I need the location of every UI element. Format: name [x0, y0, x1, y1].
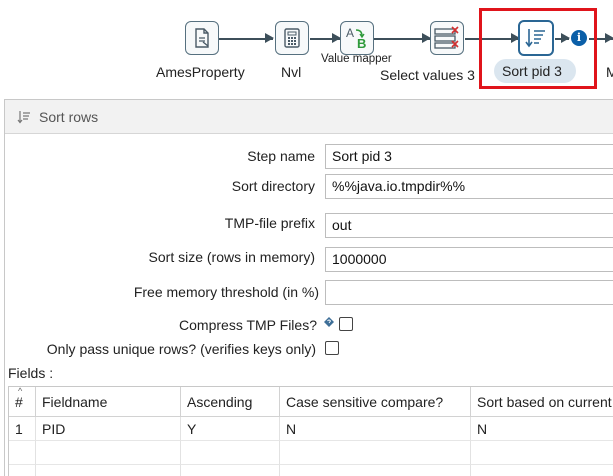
sort-directory-input[interactable]: %%java.io.tmpdir%% — [325, 174, 613, 199]
step-label: M — [606, 64, 613, 80]
column-header-fieldname[interactable]: Fieldname — [36, 387, 181, 417]
sort-directory-label: Sort directory — [231, 178, 315, 194]
table-empty-cell[interactable] — [471, 441, 613, 465]
table-empty-cell — [9, 441, 36, 465]
hop-arrow[interactable] — [374, 34, 431, 42]
step-value-mapper[interactable]: A B — [340, 21, 374, 55]
table-empty-cell[interactable] — [36, 465, 181, 476]
sort-size-input[interactable]: 1000000 — [325, 247, 613, 272]
value-mapper-icon: A B — [346, 26, 366, 51]
table-cell-case-sensitive[interactable]: N — [280, 417, 471, 441]
dialog-title-bar: Sort rows — [5, 100, 613, 134]
table-empty-cell[interactable] — [280, 441, 471, 465]
step-amesproperty[interactable] — [185, 21, 219, 55]
step-select-values[interactable] — [430, 21, 464, 55]
unique-rows-label: Only pass unique rows? (verifies keys on… — [46, 341, 316, 357]
table-cell-sort-current[interactable]: N — [471, 417, 613, 441]
table-empty-cell[interactable] — [181, 441, 280, 465]
tmp-prefix-label: TMP-file prefix — [224, 215, 315, 231]
column-header-ascending[interactable]: Ascending — [181, 387, 280, 417]
step-nvl[interactable] — [275, 21, 309, 55]
highlight-annotation-box — [479, 8, 597, 89]
fields-label: Fields : — [8, 365, 54, 381]
step-name-label: Step name — [247, 148, 315, 164]
table-empty-cell[interactable] — [471, 465, 613, 476]
hop-arrow[interactable] — [310, 34, 341, 42]
free-memory-input[interactable] — [325, 280, 613, 305]
sort-size-label: Sort size (rows in memory) — [148, 249, 315, 265]
select-values-icon — [434, 26, 459, 49]
dialog-title: Sort rows — [39, 108, 99, 125]
step-label: Nvl — [281, 64, 302, 80]
table-empty-cell — [9, 465, 36, 476]
hop-arrow[interactable] — [219, 34, 274, 42]
compress-checkbox[interactable] — [339, 317, 353, 331]
variable-diamond-icon — [324, 317, 334, 327]
table-cell-fieldname[interactable]: PID — [36, 417, 181, 441]
calculator-icon — [284, 28, 300, 48]
table-empty-cell[interactable] — [36, 441, 181, 465]
compress-label: Compress TMP Files? — [179, 317, 317, 333]
file-input-icon — [195, 28, 209, 48]
svg-text:A: A — [346, 26, 354, 40]
column-header-sort-current[interactable]: Sort based on current — [471, 387, 613, 417]
step-label: Select values 3 — [380, 67, 475, 83]
step-name-input[interactable]: Sort pid 3 — [325, 144, 613, 169]
table-empty-cell[interactable] — [181, 465, 280, 476]
free-memory-label: Free memory threshold (in %) — [133, 284, 319, 300]
table-row-index: 1 — [9, 417, 36, 441]
table-cell-ascending[interactable]: Y — [181, 417, 280, 441]
step-label: AmesProperty — [156, 64, 245, 80]
column-header-index[interactable]: ^ # — [9, 387, 36, 417]
svg-text:B: B — [357, 36, 366, 51]
step-label: Value mapper — [321, 53, 392, 65]
fields-table: ^ # Fieldname Ascending Case sensitive c… — [8, 386, 613, 476]
unique-rows-checkbox[interactable] — [325, 341, 339, 355]
column-header-case-sensitive[interactable]: Case sensitive compare? — [280, 387, 471, 417]
sort-rows-icon — [17, 110, 30, 123]
sort-caret-icon: ^ — [18, 387, 23, 396]
pipeline-canvas[interactable]: AmesProperty Nvl A B Value mapper Select… — [0, 0, 613, 96]
info-icon[interactable]: i — [571, 30, 587, 46]
tmp-prefix-input[interactable]: out — [325, 213, 613, 238]
table-empty-cell[interactable] — [280, 465, 471, 476]
